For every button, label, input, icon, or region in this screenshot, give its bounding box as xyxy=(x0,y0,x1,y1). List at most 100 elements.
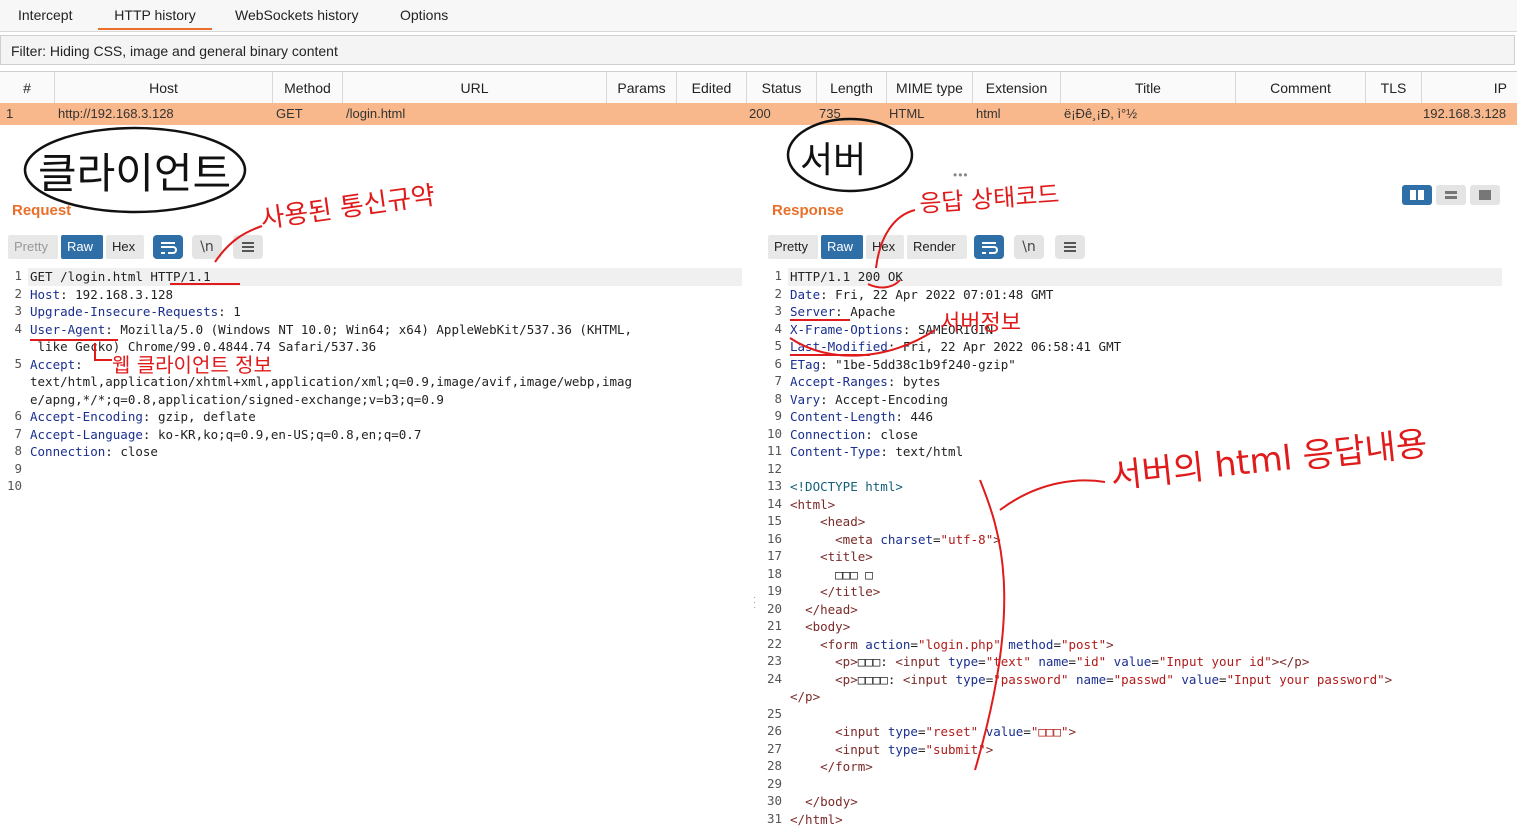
response-code-line: Last-Modified: Fri, 22 Apr 2022 06:58:41… xyxy=(790,339,1122,354)
column-header-num[interactable]: # xyxy=(0,72,54,104)
response-render-button[interactable]: Render xyxy=(907,235,967,259)
request-menu-button[interactable] xyxy=(233,235,263,259)
request-line-number: 6 xyxy=(14,408,22,423)
column-header-url[interactable]: URL xyxy=(342,72,606,104)
row-ip: 192.168.3.128 xyxy=(1423,106,1507,121)
history-table-header: # Host Method URL Params Edited Status L… xyxy=(0,71,1517,105)
panel-divider[interactable]: · · · xyxy=(753,170,757,830)
response-code-line: Connection: close xyxy=(790,426,918,442)
response-title: Response xyxy=(772,202,844,219)
tab-http-history[interactable]: HTTP history xyxy=(98,0,212,30)
response-line-number: 28 xyxy=(766,758,782,773)
request-editor[interactable]: 1 GET /login.html HTTP/1.1 2 Host: 192.168.… xyxy=(0,268,750,828)
layout-side-by-side-button[interactable] xyxy=(1402,185,1432,205)
column-header-title[interactable]: Title xyxy=(1060,72,1235,104)
response-code-line: <title> xyxy=(820,549,873,564)
response-code-line: <input type="reset" value="□□□"> xyxy=(835,724,1077,739)
tab-options[interactable]: Options xyxy=(400,0,448,30)
row-url: /login.html xyxy=(346,106,406,121)
layout-stacked-button[interactable] xyxy=(1436,185,1466,205)
row-mime: HTML xyxy=(889,106,925,121)
request-line-number: 1 xyxy=(14,268,22,283)
response-editor[interactable]: 1 HTTP/1.1 200 OK 2 Date: Fri, 22 Apr 2022 … xyxy=(760,268,1510,828)
response-line-number: 14 xyxy=(766,495,782,511)
column-header-host[interactable]: Host xyxy=(54,72,272,104)
request-code-line: Upgrade-Insecure-Requests: 1 xyxy=(30,304,241,319)
response-raw-button[interactable]: Raw xyxy=(821,235,863,259)
layout-single-button[interactable] xyxy=(1470,185,1500,205)
request-code-line: Accept-Language: ko-KR,ko;q=0.9,en-US;q=… xyxy=(30,426,422,442)
request-pretty-button[interactable]: Pretty xyxy=(8,235,58,259)
response-menu-button[interactable] xyxy=(1055,235,1085,259)
request-line-number: 3 xyxy=(14,303,22,318)
request-line-number: 10 xyxy=(6,478,22,493)
response-code-line: X-Frame-Options: SAMEORIGIN xyxy=(790,321,994,337)
response-line-number: 29 xyxy=(766,775,782,791)
response-code-line: <body> xyxy=(805,619,851,634)
request-code-line: like Gecko) Chrome/99.0.4844.74 Safari/5… xyxy=(30,339,377,354)
response-code-line: <input type="submit"> xyxy=(835,741,994,757)
response-line-number: 11 xyxy=(766,443,782,458)
request-code-line: text/html,application/xhtml+xml,applicat… xyxy=(30,374,633,389)
response-code-line: Date: Fri, 22 Apr 2022 07:01:48 GMT xyxy=(790,286,1054,302)
response-line-number: 23 xyxy=(766,653,782,668)
request-code-line: e/apng,*/*;q=0.8,application/signed-exch… xyxy=(30,391,444,407)
request-newline-button[interactable]: \n xyxy=(192,235,222,259)
column-header-method[interactable]: Method xyxy=(272,72,342,104)
response-line-number: 19 xyxy=(766,583,782,598)
request-raw-button[interactable]: Raw xyxy=(61,235,103,259)
annotation-server: 서버 xyxy=(800,140,866,181)
response-line-number: 26 xyxy=(766,723,782,738)
tab-bar: Intercept HTTP history WebSockets histor… xyxy=(0,0,1517,32)
column-header-status[interactable]: Status xyxy=(746,72,816,104)
response-code-line: </title> xyxy=(820,584,881,599)
response-line-number: 6 xyxy=(774,355,782,371)
column-header-edited[interactable]: Edited xyxy=(676,72,746,104)
response-code-line: <p>□□□□: <input type="password" name="pa… xyxy=(835,671,1393,687)
annotation-status-code: 응답 상태코드 xyxy=(918,180,1060,218)
annotation-protocol: 사용된 통신규약 xyxy=(259,181,437,235)
request-hex-button[interactable]: Hex xyxy=(106,235,144,259)
table-row[interactable]: 1 http://192.168.3.128 GET /login.html 2… xyxy=(0,103,1517,125)
request-line-number: 2 xyxy=(14,285,22,301)
column-header-params[interactable]: Params xyxy=(606,72,676,104)
response-wrap-lines-button[interactable] xyxy=(974,235,1004,259)
response-code-line: <!DOCTYPE html> xyxy=(790,479,903,494)
column-header-ip[interactable]: IP xyxy=(1421,72,1517,104)
column-header-mime-type[interactable]: MIME type xyxy=(886,72,972,104)
response-line-number: 8 xyxy=(774,390,782,406)
response-line-number: 4 xyxy=(774,320,782,336)
request-code-line: GET /login.html HTTP/1.1 xyxy=(30,269,211,284)
response-line-number: 21 xyxy=(766,618,782,633)
column-header-length[interactable]: Length xyxy=(816,72,886,104)
response-code-line: Vary: Accept-Encoding xyxy=(790,391,949,407)
column-header-comment[interactable]: Comment xyxy=(1235,72,1365,104)
splitter-handle[interactable]: ••• xyxy=(953,168,969,182)
response-hex-button[interactable]: Hex xyxy=(866,235,904,259)
column-header-tls[interactable]: TLS xyxy=(1365,72,1421,104)
response-newline-button[interactable]: \n xyxy=(1014,235,1044,259)
response-line-number: 12 xyxy=(766,460,782,476)
column-header-extension[interactable]: Extension xyxy=(972,72,1060,104)
response-code-line: Accept-Ranges: bytes xyxy=(790,374,941,389)
row-length: 735 xyxy=(819,106,841,121)
response-code-line: Content-Type: text/html xyxy=(790,444,964,459)
response-line-number: 31 xyxy=(766,810,782,826)
response-line-number: 5 xyxy=(774,338,782,353)
server-circle xyxy=(786,117,914,193)
response-code-line: </p> xyxy=(790,689,821,704)
response-line-number: 30 xyxy=(766,793,782,808)
response-line-number: 9 xyxy=(774,408,782,423)
request-line-number: 5 xyxy=(14,355,22,371)
response-line-number: 2 xyxy=(774,285,782,301)
response-code-line: <p>□□□: <input type="text" name="id" val… xyxy=(835,654,1310,669)
response-pretty-button[interactable]: Pretty xyxy=(768,235,818,259)
filter-bar[interactable]: Filter: Hiding CSS, image and general bi… xyxy=(0,35,1515,65)
response-code-line: <head> xyxy=(820,514,866,529)
tab-websockets-history[interactable]: WebSockets history xyxy=(235,0,358,30)
response-line-number: 1 xyxy=(774,268,782,283)
tab-intercept[interactable]: Intercept xyxy=(18,0,72,30)
response-code-line: ETag: "1be-5dd38c1b9f240-gzip" xyxy=(790,356,1016,372)
request-wrap-lines-button[interactable] xyxy=(153,235,183,259)
response-code-line: □□□ □ xyxy=(790,566,873,582)
